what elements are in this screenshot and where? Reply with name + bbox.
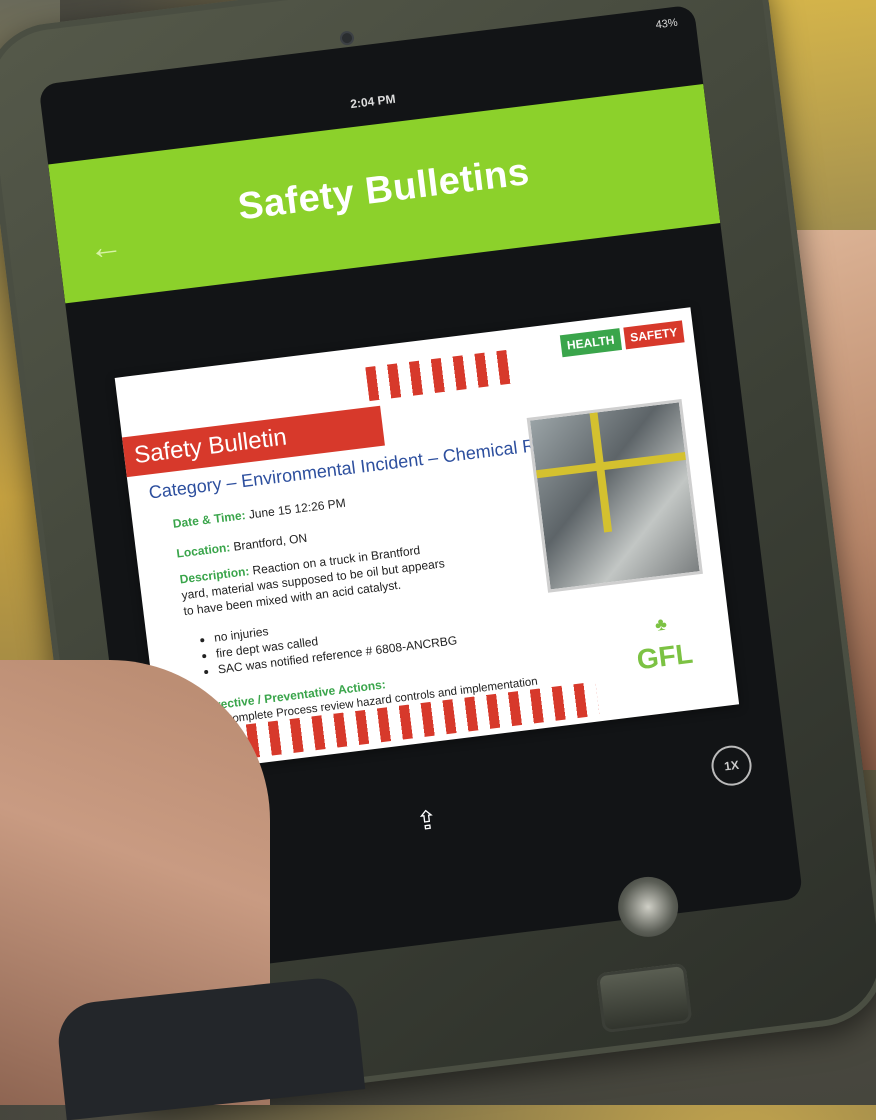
app-header: ← Safety Bulletins <box>48 84 721 304</box>
location-label: Location: <box>175 540 232 561</box>
date-value: June 15 12:26 PM <box>247 495 347 522</box>
incident-photo <box>526 399 703 593</box>
field-location: Location: Brantford, ON <box>176 531 308 561</box>
camera-icon <box>338 29 356 47</box>
share-icon[interactable]: ⇪ <box>414 803 447 836</box>
logo-safety: SAFETY <box>623 320 685 350</box>
gfl-logo: GFL <box>635 637 695 676</box>
health-safety-logo: HEALTH SAFETY <box>559 320 685 358</box>
battery-indicator: 43% <box>654 16 679 32</box>
field-date: Date & Time: June 15 12:26 PM <box>172 496 346 531</box>
logo-health: HEALTH <box>559 328 622 358</box>
playback-speed-button[interactable]: 1X <box>709 743 754 788</box>
date-label: Date & Time: <box>172 508 247 531</box>
stripe-decoration-top <box>365 349 519 402</box>
case-latch <box>595 962 693 1034</box>
page-title: Safety Bulletins <box>235 151 532 229</box>
photo-rail <box>536 451 686 479</box>
leaf-icon: ♣ <box>653 613 668 635</box>
location-value: Brantford, ON <box>232 530 308 554</box>
photo-rail <box>589 412 613 533</box>
